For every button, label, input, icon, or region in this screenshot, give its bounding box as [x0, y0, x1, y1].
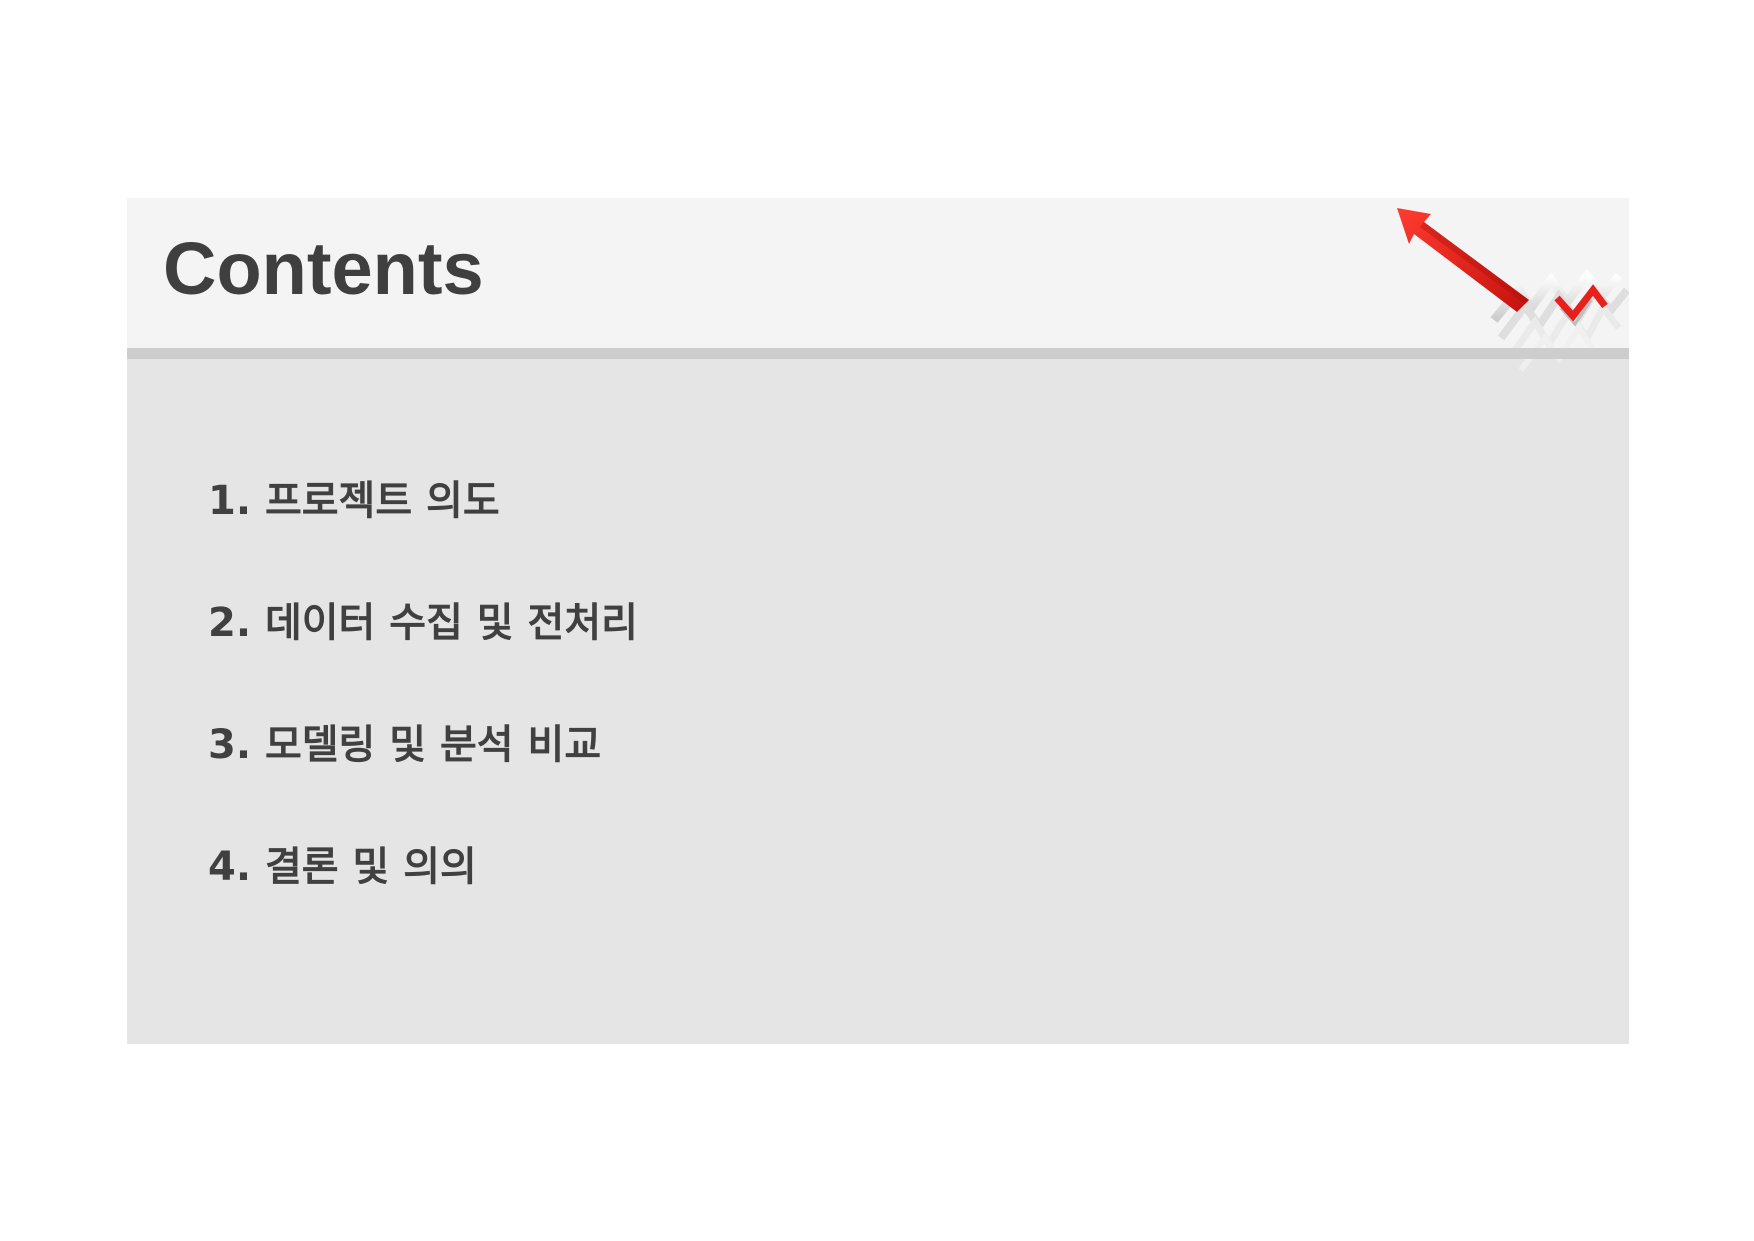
toc-item-3: 3. 모델링 및 분석 비교	[208, 722, 602, 768]
header-divider	[127, 348, 1629, 359]
table-of-contents: 1. 프로젝트 의도 2. 데이터 수집 및 전처리 3. 모델링 및 분석 비…	[208, 478, 638, 966]
toc-item-4: 4. 결론 및 의의	[208, 844, 477, 890]
slide-header: Contents	[127, 198, 1629, 372]
toc-item-2: 2. 데이터 수집 및 전처리	[208, 600, 638, 646]
toc-item-1: 1. 프로젝트 의도	[208, 478, 500, 524]
page-title: Contents	[163, 227, 484, 310]
contents-slide: Contents 1. 프로젝트 의도 2. 데이터 수집 및 전처리 3. 모…	[127, 198, 1629, 1044]
